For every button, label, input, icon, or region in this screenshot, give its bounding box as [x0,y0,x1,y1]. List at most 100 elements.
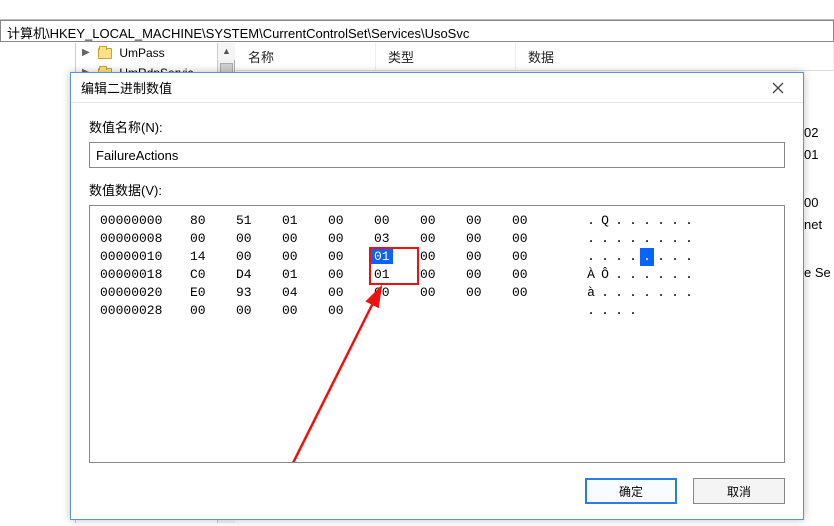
hex-ascii-char[interactable]: Q [598,212,612,230]
hex-ascii-char[interactable]: . [626,266,640,284]
hex-byte[interactable]: 00 [328,248,374,266]
hex-byte[interactable]: 51 [236,212,282,230]
hex-byte[interactable]: 00 [466,284,512,302]
hex-byte[interactable]: 00 [512,212,558,230]
hex-byte[interactable]: 00 [420,284,466,302]
col-name[interactable]: 名称 [236,43,376,70]
value-name-input[interactable] [89,142,785,168]
hex-ascii[interactable]: ........ [570,248,696,266]
hex-ascii-char[interactable]: . [640,212,654,230]
hex-ascii-char[interactable]: . [682,266,696,284]
hex-ascii-char[interactable]: . [668,248,682,266]
hex-byte[interactable]: 00 [236,302,282,320]
hex-byte[interactable]: 00 [374,212,420,230]
hex-ascii-char[interactable]: . [626,212,640,230]
hex-ascii-char[interactable]: . [598,230,612,248]
hex-ascii[interactable]: .... [570,302,640,320]
hex-row[interactable]: 0000002800000000.... [100,302,774,320]
close-button[interactable] [763,73,793,103]
hex-byte[interactable]: 00 [420,230,466,248]
hex-ascii-char[interactable]: . [668,266,682,284]
hex-byte[interactable]: 00 [190,230,236,248]
hex-ascii-char[interactable]: . [584,212,598,230]
hex-byte[interactable]: 00 [328,266,374,284]
hex-byte[interactable]: 00 [328,230,374,248]
hex-bytes[interactable]: 8051010000000000 [190,212,570,230]
hex-ascii-char[interactable]: . [584,248,598,266]
hex-byte[interactable]: 80 [190,212,236,230]
hex-ascii-char[interactable]: . [668,230,682,248]
hex-byte[interactable]: 00 [512,266,558,284]
hex-ascii-char[interactable]: . [682,212,696,230]
hex-row[interactable]: 00000020E093040000000000à....... [100,284,774,302]
hex-byte[interactable]: 00 [512,230,558,248]
hex-byte[interactable]: 00 [282,248,328,266]
hex-byte[interactable]: 00 [190,302,236,320]
hex-byte[interactable]: 00 [420,266,466,284]
hex-byte[interactable]: 01 [282,212,328,230]
hex-byte[interactable]: D4 [236,266,282,284]
hex-ascii[interactable]: ÀÔ...... [570,266,696,284]
hex-ascii-char[interactable]: . [682,248,696,266]
hex-bytes[interactable]: 0000000003000000 [190,230,570,248]
hex-ascii-char[interactable]: . [584,230,598,248]
hex-bytes[interactable]: 00000000 [190,302,570,320]
hex-ascii-char[interactable]: . [668,212,682,230]
hex-ascii-char[interactable]: Ô [598,266,612,284]
hex-byte[interactable]: 00 [420,248,466,266]
hex-ascii-char[interactable]: . [612,212,626,230]
hex-ascii-char[interactable]: . [612,248,626,266]
hex-byte[interactable]: 00 [236,248,282,266]
hex-byte[interactable]: 01 [374,266,420,284]
hex-ascii[interactable]: .Q...... [570,212,696,230]
hex-ascii-char[interactable]: . [612,284,626,302]
hex-byte[interactable]: 93 [236,284,282,302]
hex-byte[interactable]: 00 [328,284,374,302]
hex-ascii-char[interactable]: . [654,212,668,230]
hex-byte[interactable]: 00 [282,230,328,248]
hex-row[interactable]: 00000018C0D4010001000000ÀÔ...... [100,266,774,284]
hex-row[interactable]: 000000101400000001000000........ [100,248,774,266]
hex-byte[interactable]: 00 [236,230,282,248]
hex-row[interactable]: 000000080000000003000000........ [100,230,774,248]
hex-bytes[interactable]: C0D4010001000000 [190,266,570,284]
hex-ascii-char[interactable]: . [640,266,654,284]
hex-ascii-char[interactable]: . [626,284,640,302]
hex-ascii-char[interactable]: . [640,248,654,266]
hex-byte[interactable]: 14 [190,248,236,266]
hex-ascii-char[interactable]: . [598,284,612,302]
hex-editor[interactable]: 000000008051010000000000.Q......00000008… [89,205,785,463]
hex-ascii-char[interactable]: . [640,284,654,302]
hex-ascii-char[interactable]: . [682,284,696,302]
hex-bytes[interactable]: E093040000000000 [190,284,570,302]
hex-byte[interactable]: 00 [512,248,558,266]
hex-ascii-char[interactable]: . [654,284,668,302]
hex-bytes[interactable]: 1400000001000000 [190,248,570,266]
hex-byte[interactable]: 00 [466,248,512,266]
hex-byte[interactable]: E0 [190,284,236,302]
hex-byte[interactable]: 00 [466,266,512,284]
hex-byte[interactable]: 01 [374,248,420,266]
hex-ascii-char[interactable]: . [626,248,640,266]
hex-ascii-char[interactable]: . [598,302,612,320]
hex-ascii-char[interactable]: . [598,248,612,266]
hex-byte[interactable]: 00 [328,212,374,230]
hex-ascii-char[interactable]: à [584,284,598,302]
hex-ascii[interactable]: ........ [570,230,696,248]
hex-ascii-char[interactable]: . [668,284,682,302]
hex-ascii-char[interactable]: . [612,230,626,248]
tree-item-umpass[interactable]: ▶ UmPass [76,43,234,63]
col-type[interactable]: 类型 [376,43,516,70]
col-data[interactable]: 数据 [516,43,834,70]
hex-byte[interactable]: 00 [466,230,512,248]
hex-byte[interactable]: 00 [374,284,420,302]
hex-byte[interactable]: C0 [190,266,236,284]
hex-ascii[interactable]: à....... [570,284,696,302]
hex-byte[interactable]: 01 [282,266,328,284]
hex-ascii-char[interactable]: . [626,302,640,320]
hex-ascii-char[interactable]: . [612,266,626,284]
hex-ascii-char[interactable]: . [584,302,598,320]
hex-ascii-char[interactable]: . [654,230,668,248]
hex-row[interactable]: 000000008051010000000000.Q...... [100,212,774,230]
hex-ascii-char[interactable]: . [654,248,668,266]
